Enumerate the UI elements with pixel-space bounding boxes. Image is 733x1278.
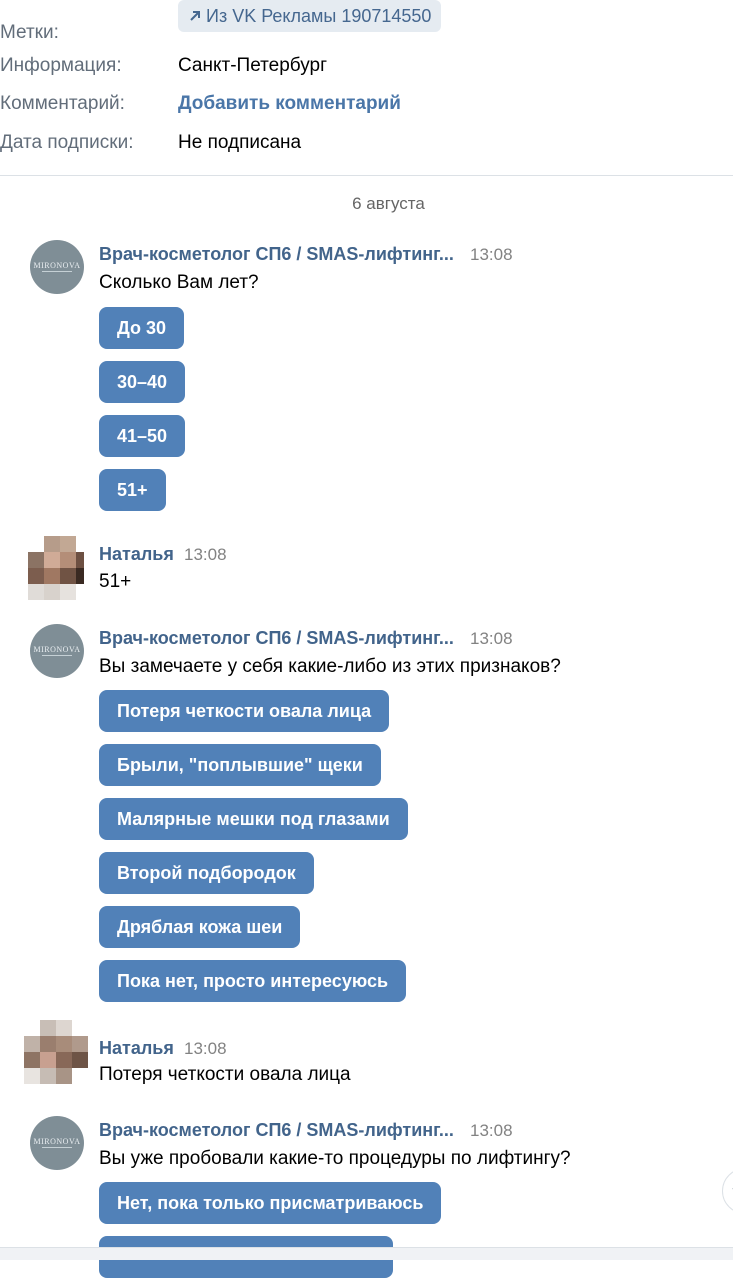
keyboard-button[interactable]: Потеря четкости овала лица [99, 690, 390, 732]
bottom-bar [0, 1247, 733, 1260]
info-row: Информация: Санкт-Петербург [0, 55, 733, 79]
message-text: Вы замечаете у себя какие-либо из этих п… [99, 656, 561, 677]
keyboard-button[interactable]: Нет, пока только присматриваюсь [99, 1182, 442, 1224]
tag-badge[interactable]: Из VK Рекламы 190714550 [178, 0, 442, 32]
message-item: Наталья 13:08 51+ [0, 536, 733, 606]
subscription-row: Дата подписки: Не подписана [0, 132, 733, 156]
message-time: 13:08 [470, 1121, 513, 1140]
message-time: 13:08 [184, 1039, 227, 1058]
chevron-down-icon [732, 1188, 733, 1190]
message-text: 51+ [99, 571, 132, 592]
add-comment-link[interactable]: Добавить комментарий [178, 93, 401, 115]
avatar[interactable] [24, 1020, 88, 1084]
info-value: Санкт-Петербург [178, 55, 328, 76]
message-item: MIRONOVA Врач-косметолог СП6 / SMAS-лифт… [0, 240, 733, 515]
subscription-label: Дата подписки: [0, 132, 134, 153]
sender-name[interactable]: Врач-косметолог СП6 / SMAS-лифтинг... [99, 628, 454, 649]
message-time: 13:08 [184, 545, 227, 564]
message-text: Потеря четкости овала лица [99, 1064, 351, 1085]
message-item: MIRONOVA Врач-косметолог СП6 / SMAS-лифт… [0, 1116, 733, 1278]
avatar[interactable]: MIRONOVA [30, 240, 84, 294]
avatar[interactable]: MIRONOVA [30, 624, 84, 678]
keyboard-button[interactable]: 30–40 [99, 361, 186, 403]
divider [0, 175, 733, 176]
message-text: Сколько Вам лет? [99, 272, 259, 293]
sender-name[interactable]: Наталья [99, 1038, 174, 1059]
message-text: Вы уже пробовали какие-то процедуры по л… [99, 1148, 571, 1169]
tag-text: Из VK Рекламы 190714550 [206, 6, 432, 26]
message-item: MIRONOVA Врач-косметолог СП6 / SMAS-лифт… [0, 624, 733, 1004]
info-label: Информация: [0, 55, 122, 76]
avatar-logo-text: MIRONOVA [33, 1137, 81, 1146]
message-time: 13:08 [470, 629, 513, 648]
keyboard-button[interactable]: Пока нет, просто интересуюсь [99, 960, 407, 1002]
tags-label: Метки: [0, 22, 59, 43]
avatar[interactable]: MIRONOVA [30, 1116, 84, 1170]
comment-row: Комментарий: Добавить комментарий [0, 93, 733, 117]
keyboard-button[interactable]: Дряблая кожа шеи [99, 906, 301, 948]
keyboard-button[interactable]: Второй подбородок [99, 852, 314, 894]
date-separator: 6 августа [352, 194, 425, 213]
avatar-logo-text: MIRONOVA [33, 261, 81, 270]
avatar[interactable] [28, 536, 88, 600]
comment-label: Комментарий: [0, 93, 125, 114]
subscription-value: Не подписана [178, 132, 302, 153]
sender-name[interactable]: Наталья [99, 544, 174, 565]
sender-name[interactable]: Врач-косметолог СП6 / SMAS-лифтинг... [99, 1120, 454, 1141]
arrow-up-right-icon [190, 11, 200, 21]
tags-row: Метки: Из VK Рекламы 190714550 [0, 0, 733, 43]
keyboard-button[interactable]: Брыли, "поплывшие" щеки [99, 744, 381, 786]
sender-name[interactable]: Врач-косметолог СП6 / SMAS-лифтинг... [99, 244, 454, 265]
keyboard-button[interactable]: 51+ [99, 469, 166, 511]
message-time: 13:08 [470, 245, 513, 264]
message-item: Наталья 13:08 Потеря четкости овала лица [0, 1020, 733, 1090]
keyboard-button[interactable]: Малярные мешки под глазами [99, 798, 408, 840]
keyboard-button[interactable]: До 30 [99, 307, 185, 349]
avatar-logo-text: MIRONOVA [33, 645, 81, 654]
keyboard-button[interactable]: 41–50 [99, 415, 186, 457]
